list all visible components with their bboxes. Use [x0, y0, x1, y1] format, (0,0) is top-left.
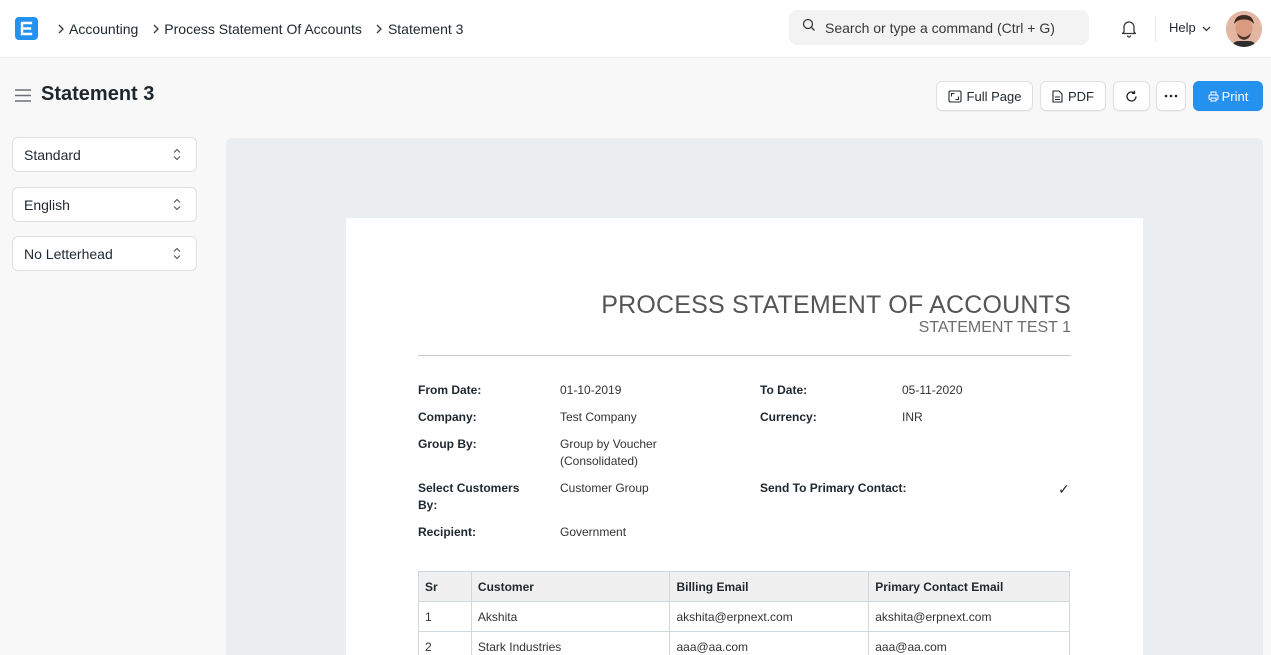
cell-customer: Akshita: [470, 601, 671, 632]
table-header-row: Sr Customer Billing Email Primary Contac…: [418, 571, 1070, 602]
cell-billing-email: akshita@erpnext.com: [669, 601, 870, 632]
cell-sr: 2: [418, 631, 472, 655]
group-by-value-line2: (Consolidated): [560, 454, 639, 468]
full-page-label: Full Page: [966, 88, 1022, 104]
select-arrows-icon: [173, 148, 181, 161]
navbar: Accounting Process Statement Of Accounts…: [0, 0, 1271, 58]
language-value: English: [24, 196, 70, 213]
cell-sr: 1: [418, 601, 472, 632]
cell-primary-email: aaa@aa.com: [868, 631, 1070, 655]
header-primary-email: Primary Contact Email: [868, 571, 1070, 602]
refresh-button[interactable]: [1113, 81, 1150, 111]
pdf-label: PDF: [1068, 88, 1094, 104]
app-logo-icon[interactable]: [15, 17, 38, 40]
table-row: 2 Stark Industries aaa@aa.com aaa@aa.com: [418, 631, 1070, 655]
more-actions-button[interactable]: [1156, 81, 1186, 111]
notification-bell-icon[interactable]: [1120, 19, 1138, 43]
select-customers-label-line2: By:: [418, 498, 438, 512]
expand-icon: [947, 89, 962, 103]
send-primary-check: ✓: [1058, 481, 1070, 497]
recipient-label: Recipient:: [418, 525, 477, 539]
recipient-value: Government: [560, 525, 627, 539]
company-label: Company:: [418, 410, 477, 424]
sidebar-toggle-icon[interactable]: [15, 89, 31, 107]
user-avatar[interactable]: [1226, 11, 1262, 47]
refresh-icon: [1126, 90, 1137, 102]
from-date-label: From Date:: [418, 383, 482, 397]
breadcrumb-process-statement[interactable]: Process Statement Of Accounts: [164, 21, 362, 37]
letterhead-value: No Letterhead: [24, 245, 113, 262]
to-date-label: To Date:: [760, 383, 808, 397]
select-arrows-icon: [173, 198, 181, 211]
print-label: Print: [1221, 88, 1249, 104]
select-arrows-icon: [173, 247, 181, 260]
ellipsis-icon: [1164, 94, 1178, 98]
currency-value: INR: [902, 410, 923, 424]
header-sr: Sr: [418, 571, 472, 602]
document-subtitle: STATEMENT TEST 1: [918, 319, 1071, 336]
print-format-value: Standard: [24, 146, 81, 163]
full-page-button[interactable]: Full Page: [936, 81, 1033, 111]
select-customers-value: Customer Group: [560, 481, 649, 495]
send-primary-label: Send To Primary Contact:: [760, 481, 907, 495]
company-value: Test Company: [560, 410, 637, 424]
help-dropdown[interactable]: Help: [1169, 20, 1217, 35]
to-date-value: 05-11-2020: [902, 383, 963, 397]
nav-divider: [1155, 16, 1156, 42]
help-label: Help: [1169, 20, 1196, 35]
print-button[interactable]: Print: [1193, 81, 1263, 111]
file-icon: [1052, 89, 1063, 103]
cell-primary-email: akshita@erpnext.com: [868, 601, 1070, 632]
search-icon: [802, 18, 816, 37]
breadcrumb-statement[interactable]: Statement 3: [388, 21, 464, 37]
search-input[interactable]: [825, 19, 1085, 36]
group-by-value-line1: Group by Voucher: [560, 437, 657, 451]
printer-icon: [1208, 91, 1219, 101]
letterhead-select[interactable]: No Letterhead: [12, 236, 197, 271]
table-row: 1 Akshita akshita@erpnext.com akshita@er…: [418, 601, 1070, 632]
header-billing-email: Billing Email: [669, 571, 870, 602]
chevron-down-icon: [1202, 20, 1211, 35]
customers-table: Sr Customer Billing Email Primary Contac…: [418, 571, 1070, 655]
chevron-right-icon: [52, 24, 69, 34]
breadcrumb: Accounting Process Statement Of Accounts…: [52, 0, 472, 58]
document-divider: [418, 355, 1071, 356]
currency-label: Currency:: [760, 410, 817, 424]
breadcrumb-accounting[interactable]: Accounting: [69, 21, 138, 37]
pdf-button[interactable]: PDF: [1040, 81, 1106, 111]
search-bar[interactable]: [789, 10, 1089, 45]
page-title: Statement 3: [41, 83, 155, 105]
group-by-label: Group By:: [418, 437, 477, 451]
print-format-select[interactable]: Standard: [12, 137, 197, 172]
chevron-right-icon: [147, 24, 164, 34]
cell-customer: Stark Industries: [470, 631, 671, 655]
document-title: PROCESS STATEMENT OF ACCOUNTS: [601, 291, 1071, 319]
select-customers-label-line1: Select Customers: [418, 481, 520, 495]
cell-billing-email: aaa@aa.com: [669, 631, 870, 655]
from-date-value: 01-10-2019: [560, 383, 622, 397]
chevron-right-icon: [371, 24, 388, 34]
language-select[interactable]: English: [12, 187, 197, 222]
header-customer: Customer: [470, 571, 671, 602]
